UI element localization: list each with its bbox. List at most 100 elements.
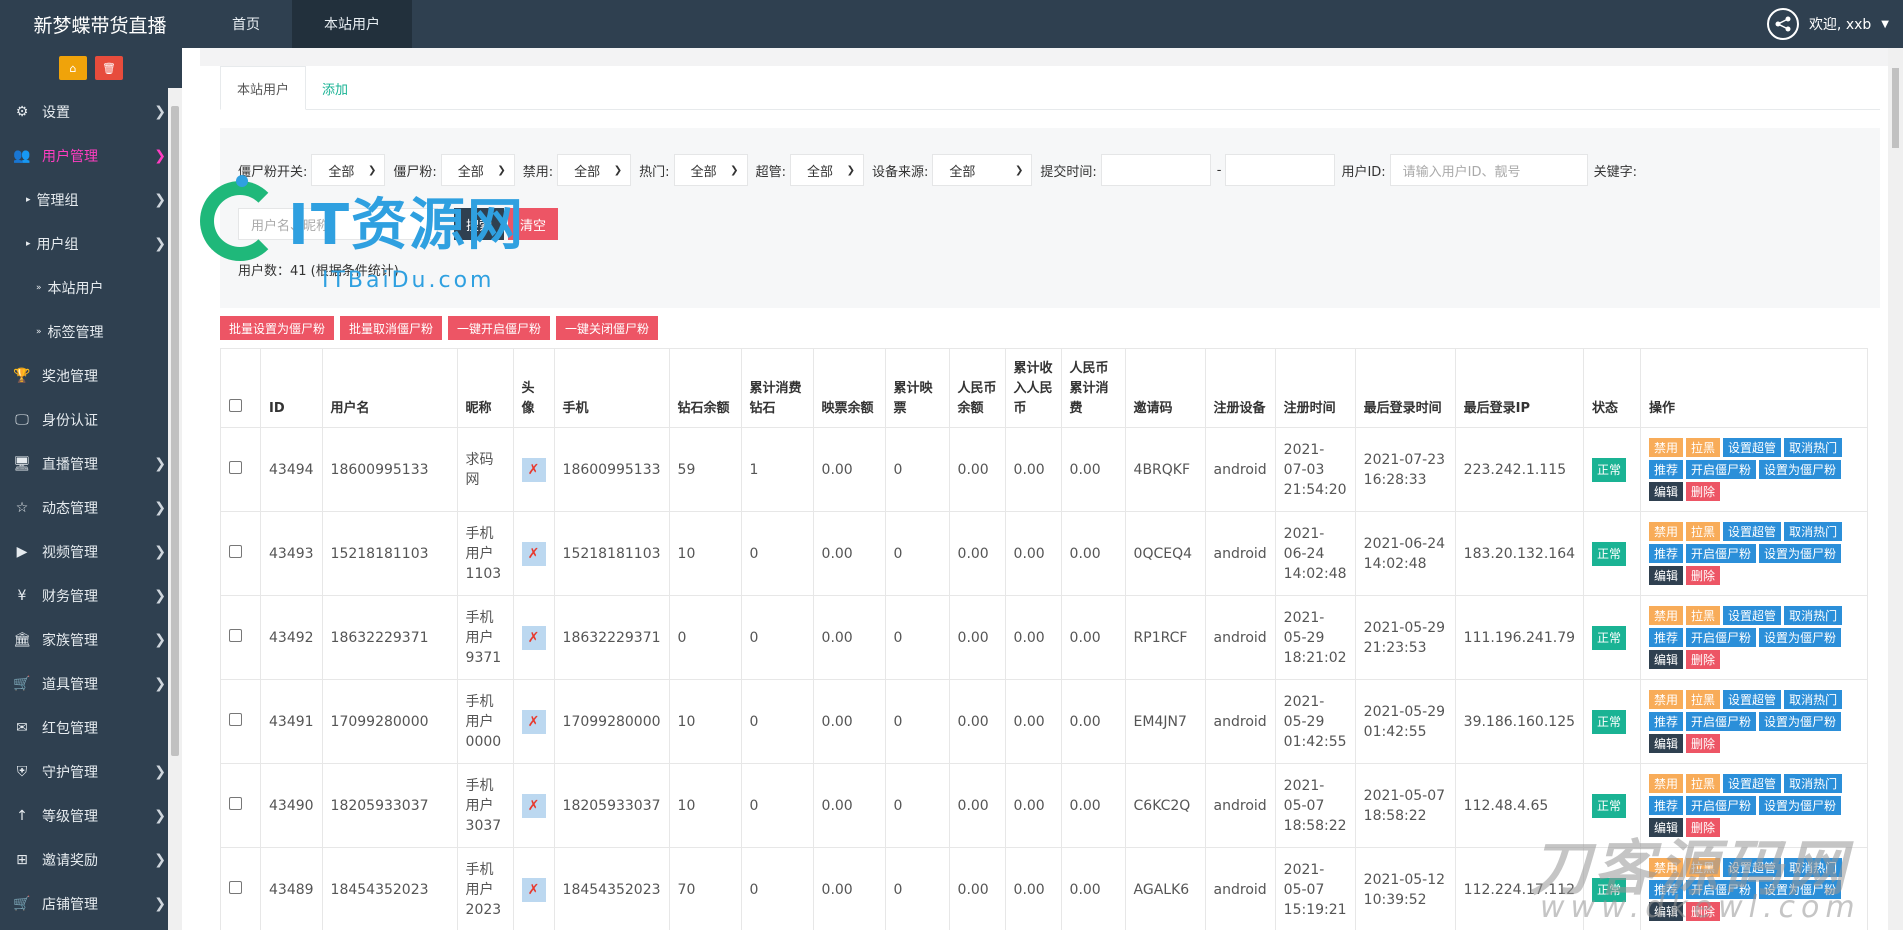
ban-button[interactable]: 禁用 <box>1649 690 1684 709</box>
sidebar-item-2[interactable]: ▸ 管理组 ❯ <box>0 178 182 222</box>
delete-button[interactable]: 删除 <box>1686 734 1721 753</box>
cancel-hot-button[interactable]: 取消热门 <box>1784 774 1843 793</box>
sidebar-item-14[interactable]: ✉ 红包管理 <box>0 706 182 750</box>
sidebar-item-17[interactable]: ⊞ 邀请奖励 ❯ <box>0 838 182 882</box>
uid-input[interactable]: 请输入用户ID、靓号 <box>1389 154 1588 186</box>
sidebar-item-9[interactable]: ☆ 动态管理 ❯ <box>0 486 182 530</box>
recommend-button[interactable]: 推荐 <box>1649 796 1684 815</box>
avatar[interactable]: ✗ <box>521 625 546 650</box>
chevron-right-icon: ❯ <box>154 808 166 824</box>
enable-zombie-button[interactable]: 开启僵尸粉 <box>1686 460 1757 479</box>
enable-zombie-button[interactable]: 开启僵尸粉 <box>1686 712 1757 731</box>
blacklist-button[interactable]: 拉黑 <box>1686 774 1721 793</box>
end-time-input[interactable] <box>1225 154 1336 186</box>
row-checkbox[interactable] <box>229 796 242 810</box>
avatar[interactable]: ✗ <box>521 877 546 902</box>
recommend-button[interactable]: 推荐 <box>1649 628 1684 647</box>
sidebar-item-16[interactable]: ↑ 等级管理 ❯ <box>0 794 182 838</box>
sidebar-item-11[interactable]: ¥ 财务管理 ❯ <box>0 574 182 618</box>
recommend-button[interactable]: 推荐 <box>1649 544 1684 563</box>
blacklist-button[interactable]: 拉黑 <box>1686 438 1721 457</box>
set-superadmin-button[interactable]: 设置超管 <box>1723 438 1782 457</box>
start-time-input[interactable] <box>1100 154 1211 186</box>
sidebar-item-12[interactable]: 🏛 家族管理 ❯ <box>0 618 182 662</box>
device-select[interactable]: 全部 ❯ <box>932 154 1033 186</box>
blacklist-button[interactable]: 拉黑 <box>1686 522 1721 541</box>
row-checkbox[interactable] <box>229 628 242 642</box>
blacklist-button[interactable]: 拉黑 <box>1686 690 1721 709</box>
users-icon: 👥 <box>13 148 31 164</box>
recommend-button[interactable]: 推荐 <box>1649 460 1684 479</box>
sidebar-item-5[interactable]: » 标签管理 <box>0 310 182 354</box>
row-checkbox[interactable] <box>229 544 242 558</box>
chevron-right-icon: ❯ <box>154 456 166 472</box>
avatar[interactable]: ✗ <box>521 457 546 482</box>
ban-select[interactable]: 全部 ❯ <box>557 154 632 186</box>
sidebar-item-13[interactable]: 🛒 道具管理 ❯ <box>0 662 182 706</box>
bulk-cancel-zombie-button[interactable]: 批量取消僵尸粉 <box>340 316 443 340</box>
avatar[interactable]: ✗ <box>521 709 546 734</box>
select-all-checkbox[interactable] <box>229 399 242 412</box>
set-zombie-button[interactable]: 设置为僵尸粉 <box>1759 628 1842 647</box>
set-zombie-button[interactable]: 设置为僵尸粉 <box>1759 712 1842 731</box>
cancel-hot-button[interactable]: 取消热门 <box>1784 690 1843 709</box>
enable-zombie-button[interactable]: 开启僵尸粉 <box>1686 796 1757 815</box>
recommend-button[interactable]: 推荐 <box>1649 712 1684 731</box>
sidebar-item-6[interactable]: 🏆 奖池管理 <box>0 354 182 398</box>
set-superadmin-button[interactable]: 设置超管 <box>1723 522 1782 541</box>
edit-button[interactable]: 编辑 <box>1649 482 1684 501</box>
enable-zombie-button[interactable]: 开启僵尸粉 <box>1686 544 1757 563</box>
user-menu[interactable]: 欢迎, xxb ▼ <box>1766 0 1889 48</box>
ban-button[interactable]: 禁用 <box>1649 438 1684 457</box>
sidebar-item-1[interactable]: 👥 用户管理 ❯ <box>0 134 182 178</box>
nav-home[interactable]: 首页 <box>200 0 292 48</box>
cancel-hot-button[interactable]: 取消热门 <box>1784 606 1843 625</box>
edit-button[interactable]: 编辑 <box>1649 650 1684 669</box>
hot-select[interactable]: 全部 ❯ <box>673 154 748 186</box>
set-zombie-button[interactable]: 设置为僵尸粉 <box>1759 544 1842 563</box>
sidebar-item-4[interactable]: » 本站用户 <box>0 266 182 310</box>
cancel-hot-button[interactable]: 取消热门 <box>1784 522 1843 541</box>
sidebar-item-0[interactable]: ⚙ 设置 ❯ <box>0 90 182 134</box>
tab-add[interactable]: 添加 <box>306 66 364 110</box>
sidebar-item-15[interactable]: ⛨ 守护管理 ❯ <box>0 750 182 794</box>
avatar[interactable]: ✗ <box>521 541 546 566</box>
delete-button[interactable]: 删除 <box>1686 650 1721 669</box>
sidebar-item-10[interactable]: ▶ 视频管理 ❯ <box>0 530 182 574</box>
bulk-set-zombie-button[interactable]: 批量设置为僵尸粉 <box>220 316 335 340</box>
row-checkbox[interactable] <box>229 712 242 726</box>
row-checkbox[interactable] <box>229 460 242 474</box>
sidebar-item-3[interactable]: ▸ 用户组 ❯ <box>0 222 182 266</box>
superadmin-select[interactable]: 全部 ❯ <box>789 154 864 186</box>
sidebar-item-8[interactable]: 🖥 直播管理 ❯ <box>0 442 182 486</box>
sidebar-item-7[interactable]: 🖵 身份认证 <box>0 398 182 442</box>
main-scrollbar[interactable] <box>1888 48 1903 930</box>
set-superadmin-button[interactable]: 设置超管 <box>1723 774 1782 793</box>
sidebar-scrollbar[interactable] <box>168 88 182 930</box>
avatar[interactable]: ✗ <box>521 793 546 818</box>
set-superadmin-button[interactable]: 设置超管 <box>1723 606 1782 625</box>
ban-button[interactable]: 禁用 <box>1649 606 1684 625</box>
delete-button[interactable]: 删除 <box>1686 482 1721 501</box>
tab-site-users[interactable]: 本站用户 <box>220 66 307 110</box>
ban-button[interactable]: 禁用 <box>1649 522 1684 541</box>
blacklist-button[interactable]: 拉黑 <box>1686 606 1721 625</box>
clear-cache-button[interactable]: 🗑 <box>95 56 123 80</box>
cancel-hot-button[interactable]: 取消热门 <box>1784 438 1843 457</box>
sidebar-item-18[interactable]: 🛒 店铺管理 ❯ <box>0 882 182 926</box>
set-zombie-button[interactable]: 设置为僵尸粉 <box>1759 460 1842 479</box>
disable-all-zombie-button[interactable]: 一键关闭僵尸粉 <box>556 316 659 340</box>
nav-site-users[interactable]: 本站用户 <box>292 0 412 48</box>
set-superadmin-button[interactable]: 设置超管 <box>1723 690 1782 709</box>
cell-diamond: 10 <box>668 679 742 764</box>
edit-button[interactable]: 编辑 <box>1649 566 1684 585</box>
set-zombie-button[interactable]: 设置为僵尸粉 <box>1759 796 1842 815</box>
row-checkbox[interactable] <box>229 880 242 894</box>
device-label: 设备来源: <box>871 164 929 180</box>
enable-all-zombie-button[interactable]: 一键开启僵尸粉 <box>448 316 551 340</box>
delete-button[interactable]: 删除 <box>1686 566 1721 585</box>
ban-button[interactable]: 禁用 <box>1649 774 1684 793</box>
edit-button[interactable]: 编辑 <box>1649 734 1684 753</box>
enable-zombie-button[interactable]: 开启僵尸粉 <box>1686 628 1757 647</box>
home-button[interactable]: ⌂ <box>59 56 87 80</box>
